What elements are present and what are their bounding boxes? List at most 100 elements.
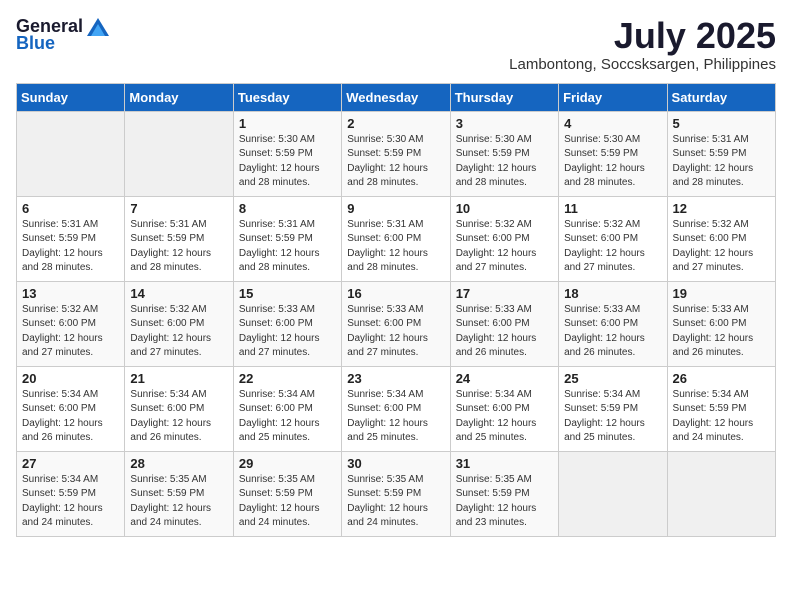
title-area: July 2025 Lambontong, Soccsksargen, Phil… (509, 16, 776, 73)
calendar-header: Sunday Monday Tuesday Wednesday Thursday… (17, 83, 776, 111)
day-info: Sunrise: 5:31 AM Sunset: 5:59 PM Dayligh… (673, 133, 770, 191)
calendar-week-4: 20 Sunrise: 5:34 AM Sunset: 6:00 PM Dayli… (17, 366, 776, 451)
day-number: 30 (347, 456, 444, 471)
calendar-cell: 6Sunrise: 5:31 AM Sunset: 5:59 PM Daylig… (17, 196, 125, 281)
day-info: Sunrise: 5:32 AM Sunset: 6:00 PM Dayligh… (456, 218, 553, 276)
calendar-cell (125, 111, 233, 196)
calendar-cell: 31Sunrise: 5:35 AM Sunset: 5:59 PM Dayli… (450, 451, 558, 536)
day-info: Sunrise: 5:31 AM Sunset: 5:59 PM Dayligh… (130, 218, 227, 276)
day-info: Sunrise: 5:31 AM Sunset: 5:59 PM Dayligh… (239, 218, 336, 276)
calendar-cell: 18Sunrise: 5:33 AM Sunset: 6:00 PM Dayli… (559, 281, 667, 366)
day-info: Sunrise: 5:34 AM Sunset: 5:59 PM Dayligh… (564, 388, 661, 446)
day-number: 19 (673, 286, 770, 301)
day-number: 20 (22, 371, 119, 386)
day-info: Sunrise: 5:34 AM Sunset: 5:59 PM Dayligh… (673, 388, 770, 446)
day-info: Sunrise: 5:31 AM Sunset: 6:00 PM Dayligh… (347, 218, 444, 276)
day-info: Sunrise: 5:34 AM Sunset: 6:00 PM Dayligh… (22, 388, 119, 446)
day-number: 5 (673, 116, 770, 131)
day-info: Sunrise: 5:30 AM Sunset: 5:59 PM Dayligh… (239, 133, 336, 191)
calendar-week-3: 13 Sunrise: 5:32 AM Sunset: 6:00 PM Dayli… (17, 281, 776, 366)
calendar-cell (667, 451, 775, 536)
calendar-cell: 17 Sunrise: 5:33 AM Sunset: 6:00 PM Dayli… (450, 281, 558, 366)
calendar-week-2: 6 Sunrise: 5:31 AM Sunset: 5:59 PM Daylig… (17, 196, 776, 281)
calendar-cell: 20 Sunrise: 5:34 AM Sunset: 6:00 PM Dayli… (17, 366, 125, 451)
day-number: 26 (673, 371, 770, 386)
calendar-cell: 14Sunrise: 5:32 AM Sunset: 6:00 PM Dayli… (125, 281, 233, 366)
header-wednesday: Wednesday (342, 83, 450, 111)
day-info: Sunrise: 5:33 AM Sunset: 6:00 PM Dayligh… (239, 303, 336, 361)
day-info: Sunrise: 5:32 AM Sunset: 6:00 PM Dayligh… (22, 303, 119, 361)
calendar-cell: 11 Sunrise: 5:32 AM Sunset: 6:00 PM Dayli… (559, 196, 667, 281)
calendar-cell: 26 Sunrise: 5:34 AM Sunset: 5:59 PM Dayli… (667, 366, 775, 451)
calendar-cell: 30Sunrise: 5:35 AM Sunset: 5:59 PM Dayli… (342, 451, 450, 536)
day-info: Sunrise: 5:32 AM Sunset: 6:00 PM Dayligh… (564, 218, 661, 276)
day-number: 12 (673, 201, 770, 216)
calendar-cell: 5 Sunrise: 5:31 AM Sunset: 5:59 PM Daylig… (667, 111, 775, 196)
day-number: 25 (564, 371, 661, 386)
header-sunday: Sunday (17, 83, 125, 111)
calendar-week-1: 1 Sunrise: 5:30 AM Sunset: 5:59 PM Daylig… (17, 111, 776, 196)
header-friday: Friday (559, 83, 667, 111)
calendar-cell: 27 Sunrise: 5:34 AM Sunset: 5:59 PM Dayli… (17, 451, 125, 536)
day-number: 2 (347, 116, 444, 131)
day-info: Sunrise: 5:34 AM Sunset: 6:00 PM Dayligh… (456, 388, 553, 446)
day-info: Sunrise: 5:30 AM Sunset: 5:59 PM Dayligh… (347, 133, 444, 191)
calendar-cell: 2 Sunrise: 5:30 AM Sunset: 5:59 PM Daylig… (342, 111, 450, 196)
day-number: 31 (456, 456, 553, 471)
day-number: 22 (239, 371, 336, 386)
calendar-cell: 9 Sunrise: 5:31 AM Sunset: 6:00 PM Daylig… (342, 196, 450, 281)
header-thursday: Thursday (450, 83, 558, 111)
day-info: Sunrise: 5:35 AM Sunset: 5:59 PM Dayligh… (239, 473, 336, 531)
day-number: 7 (130, 201, 227, 216)
calendar-cell: 7 Sunrise: 5:31 AM Sunset: 5:59 PM Daylig… (125, 196, 233, 281)
calendar-cell: 1 Sunrise: 5:30 AM Sunset: 5:59 PM Daylig… (233, 111, 341, 196)
month-title: July 2025 (509, 16, 776, 56)
calendar-cell: 23 Sunrise: 5:34 AM Sunset: 6:00 PM Dayli… (342, 366, 450, 451)
calendar-table: Sunday Monday Tuesday Wednesday Thursday… (16, 83, 776, 537)
day-number: 23 (347, 371, 444, 386)
day-info: Sunrise: 5:34 AM Sunset: 5:59 PM Dayligh… (22, 473, 119, 531)
calendar-cell: 13 Sunrise: 5:32 AM Sunset: 6:00 PM Dayli… (17, 281, 125, 366)
day-number: 9 (347, 201, 444, 216)
calendar-cell: 4 Sunrise: 5:30 AM Sunset: 5:59 PM Daylig… (559, 111, 667, 196)
calendar-cell: 8 Sunrise: 5:31 AM Sunset: 5:59 PM Daylig… (233, 196, 341, 281)
day-number: 21 (130, 371, 227, 386)
day-info: Sunrise: 5:34 AM Sunset: 6:00 PM Dayligh… (347, 388, 444, 446)
day-number: 14 (130, 286, 227, 301)
logo-blue-text: Blue (16, 33, 55, 54)
header-row: Sunday Monday Tuesday Wednesday Thursday… (17, 83, 776, 111)
day-number: 11 (564, 201, 661, 216)
day-number: 6 (22, 201, 119, 216)
day-number: 29 (239, 456, 336, 471)
day-number: 10 (456, 201, 553, 216)
header-saturday: Saturday (667, 83, 775, 111)
calendar-cell: 15Sunrise: 5:33 AM Sunset: 6:00 PM Dayli… (233, 281, 341, 366)
day-info: Sunrise: 5:33 AM Sunset: 6:00 PM Dayligh… (456, 303, 553, 361)
calendar-cell: 16Sunrise: 5:33 AM Sunset: 6:00 PM Dayli… (342, 281, 450, 366)
location-title: Lambontong, Soccsksargen, Philippines (509, 56, 776, 73)
day-number: 17 (456, 286, 553, 301)
day-number: 8 (239, 201, 336, 216)
day-number: 13 (22, 286, 119, 301)
day-info: Sunrise: 5:34 AM Sunset: 6:00 PM Dayligh… (239, 388, 336, 446)
calendar-cell: 12 Sunrise: 5:32 AM Sunset: 6:00 PM Dayli… (667, 196, 775, 281)
day-number: 4 (564, 116, 661, 131)
day-info: Sunrise: 5:33 AM Sunset: 6:00 PM Dayligh… (347, 303, 444, 361)
calendar-cell: 22 Sunrise: 5:34 AM Sunset: 6:00 PM Dayli… (233, 366, 341, 451)
day-info: Sunrise: 5:30 AM Sunset: 5:59 PM Dayligh… (564, 133, 661, 191)
calendar-cell (17, 111, 125, 196)
day-number: 1 (239, 116, 336, 131)
day-number: 28 (130, 456, 227, 471)
calendar-body: 1 Sunrise: 5:30 AM Sunset: 5:59 PM Daylig… (17, 111, 776, 536)
logo: General Blue (16, 16, 109, 54)
day-info: Sunrise: 5:34 AM Sunset: 6:00 PM Dayligh… (130, 388, 227, 446)
logo-icon (87, 18, 109, 36)
calendar-cell: 29 Sunrise: 5:35 AM Sunset: 5:59 PM Dayli… (233, 451, 341, 536)
day-number: 24 (456, 371, 553, 386)
day-info: Sunrise: 5:32 AM Sunset: 6:00 PM Dayligh… (673, 218, 770, 276)
calendar-cell: 19Sunrise: 5:33 AM Sunset: 6:00 PM Dayli… (667, 281, 775, 366)
day-info: Sunrise: 5:35 AM Sunset: 5:59 PM Dayligh… (130, 473, 227, 531)
calendar-cell: 21 Sunrise: 5:34 AM Sunset: 6:00 PM Dayli… (125, 366, 233, 451)
day-number: 27 (22, 456, 119, 471)
day-number: 18 (564, 286, 661, 301)
